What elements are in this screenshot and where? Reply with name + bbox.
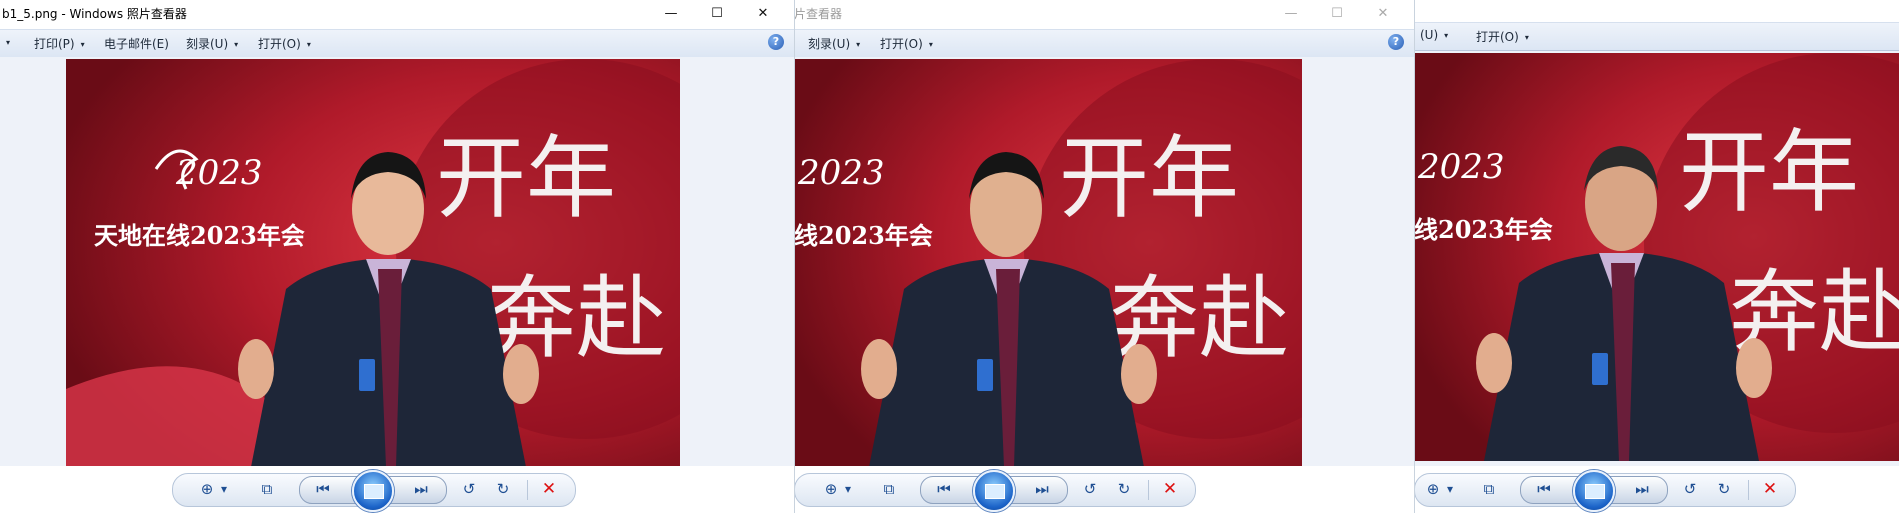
menu-bar: (U) ▾ 打开(O) ▾ xyxy=(1414,22,1899,51)
photo-image: 2023 线2023年会 开年 奔赴 xyxy=(794,59,1302,467)
rotate-ccw-icon[interactable]: ↺ xyxy=(1079,473,1101,505)
close-button[interactable]: ✕ xyxy=(1360,2,1406,24)
photo-calligraphy-1: 开年 xyxy=(1679,120,1859,225)
zoom-dropdown-icon[interactable]: ▾ xyxy=(1444,473,1456,505)
rotate-cw-icon[interactable]: ↻ xyxy=(1113,473,1135,505)
navigation-toolbar: ⊕ ▾ ⧉ ⏮ ⏭ ↺ ↻ ✕ xyxy=(1414,466,1899,513)
photo-viewer-window-1: b1_5.png - Windows 照片查看器 — ☐ ✕ ▾ 打印(P) ▾ … xyxy=(0,0,795,513)
menu-burn[interactable]: (U) ▾ xyxy=(1420,28,1448,42)
zoom-icon[interactable]: ⊕ xyxy=(196,473,218,505)
rotate-ccw-icon[interactable]: ↺ xyxy=(1679,473,1701,505)
previous-button[interactable]: ⏮ xyxy=(1531,473,1557,505)
image-area: 2023 天地在线2023年会 开年 奔赴 xyxy=(0,57,794,513)
help-icon[interactable]: ? xyxy=(1388,34,1404,50)
slideshow-button[interactable] xyxy=(973,470,1015,512)
actual-size-icon[interactable]: ⧉ xyxy=(256,473,278,505)
image-area: 2023 线2023年会 开年 奔赴 xyxy=(794,57,1414,513)
photo-logo-text: 2023 xyxy=(175,153,263,193)
window-title: b1_5.png - Windows 照片查看器 xyxy=(2,7,187,21)
photo-event-text: 线2023年会 xyxy=(1414,215,1553,244)
next-button[interactable]: ⏭ xyxy=(1029,473,1055,505)
delete-icon[interactable]: ✕ xyxy=(1759,473,1781,505)
toolbar-separator xyxy=(1148,480,1149,500)
actual-size-icon[interactable]: ⧉ xyxy=(878,473,900,505)
photo-calligraphy-1: 开年 xyxy=(436,126,616,231)
menu-email[interactable]: 电子邮件(E) xyxy=(104,35,169,52)
menu-bar: 刻录(U) ▾ 打开(O) ▾ ? xyxy=(794,29,1414,58)
photo-event-text: 线2023年会 xyxy=(794,221,933,250)
previous-button[interactable]: ⏮ xyxy=(310,473,336,505)
zoom-icon[interactable]: ⊕ xyxy=(820,473,842,505)
rotate-cw-icon[interactable]: ↻ xyxy=(1713,473,1735,505)
menu-file-caret[interactable]: ▾ xyxy=(0,35,10,49)
photo-viewer-window-2: 片查看器 — ☐ ✕ 刻录(U) ▾ 打开(O) ▾ ? 2023 线2023年会 … xyxy=(794,0,1415,513)
photo-calligraphy-1: 开年 xyxy=(1059,126,1239,231)
menu-open[interactable]: 打开(O) ▾ xyxy=(258,35,311,52)
menu-print[interactable]: 打印(P) ▾ xyxy=(34,35,85,52)
actual-size-icon[interactable]: ⧉ xyxy=(1478,473,1500,505)
window-title: 片查看器 xyxy=(794,7,843,21)
next-button[interactable]: ⏭ xyxy=(408,473,434,505)
toolbar-separator xyxy=(1748,480,1749,500)
zoom-dropdown-icon[interactable]: ▾ xyxy=(218,473,230,505)
zoom-icon[interactable]: ⊕ xyxy=(1422,473,1444,505)
delete-icon[interactable]: ✕ xyxy=(538,473,560,505)
slideshow-icon xyxy=(364,484,384,499)
previous-button[interactable]: ⏮ xyxy=(931,473,957,505)
rotate-ccw-icon[interactable]: ↺ xyxy=(458,473,480,505)
menu-burn[interactable]: 刻录(U) ▾ xyxy=(186,35,238,52)
next-button[interactable]: ⏭ xyxy=(1629,473,1655,505)
maximize-button[interactable]: ☐ xyxy=(694,2,740,24)
slideshow-icon xyxy=(985,484,1005,499)
rotate-cw-icon[interactable]: ↻ xyxy=(492,473,514,505)
menu-open[interactable]: 打开(O) ▾ xyxy=(880,35,933,52)
navigation-toolbar: ⊕ ▾ ⧉ ⏮ ⏭ ↺ ↻ ✕ xyxy=(794,466,1414,513)
photo-logo-text: 2023 xyxy=(1417,147,1505,187)
caption-buttons: — ☐ ✕ xyxy=(1268,2,1406,24)
photo-illustration: 2023 线2023年会 开年 奔赴 xyxy=(794,59,1302,467)
close-button[interactable]: ✕ xyxy=(740,2,786,24)
maximize-button[interactable]: ☐ xyxy=(1314,2,1360,24)
photo-image: 2023 线2023年会 开年 奔赴 xyxy=(1414,53,1899,461)
title-bar[interactable] xyxy=(1414,0,1899,23)
delete-icon[interactable]: ✕ xyxy=(1159,473,1181,505)
slideshow-icon xyxy=(1585,484,1605,499)
minimize-button[interactable]: — xyxy=(648,2,694,24)
photo-image: 2023 天地在线2023年会 开年 奔赴 xyxy=(66,59,680,467)
title-bar[interactable]: b1_5.png - Windows 照片查看器 — ☐ ✕ xyxy=(0,0,794,27)
menu-burn[interactable]: 刻录(U) ▾ xyxy=(808,35,860,52)
slideshow-button[interactable] xyxy=(352,470,394,512)
title-bar[interactable]: 片查看器 — ☐ ✕ xyxy=(794,0,1414,27)
photo-illustration: 2023 天地在线2023年会 开年 奔赴 xyxy=(66,59,680,467)
photo-illustration: 2023 线2023年会 开年 奔赴 xyxy=(1414,53,1899,461)
photo-viewer-window-3: (U) ▾ 打开(O) ▾ 2023 线2023年会 开年 奔赴 ⊕ ▾ ⧉ ⏮… xyxy=(1414,0,1899,513)
menu-bar: ▾ 打印(P) ▾ 电子邮件(E) 刻录(U) ▾ 打开(O) ▾ ? xyxy=(0,29,794,58)
photo-logo-text: 2023 xyxy=(797,153,885,193)
image-area: 2023 线2023年会 开年 奔赴 xyxy=(1414,51,1899,513)
help-icon[interactable]: ? xyxy=(768,34,784,50)
minimize-button[interactable]: — xyxy=(1268,2,1314,24)
zoom-dropdown-icon[interactable]: ▾ xyxy=(842,473,854,505)
toolbar-separator xyxy=(527,480,528,500)
caption-buttons: — ☐ ✕ xyxy=(648,2,786,24)
navigation-toolbar: ⊕ ▾ ⧉ ⏮ ⏭ ↺ ↻ ✕ xyxy=(0,466,794,513)
slideshow-button[interactable] xyxy=(1573,470,1615,512)
photo-event-text: 天地在线2023年会 xyxy=(94,221,305,250)
menu-open[interactable]: 打开(O) ▾ xyxy=(1476,28,1529,45)
